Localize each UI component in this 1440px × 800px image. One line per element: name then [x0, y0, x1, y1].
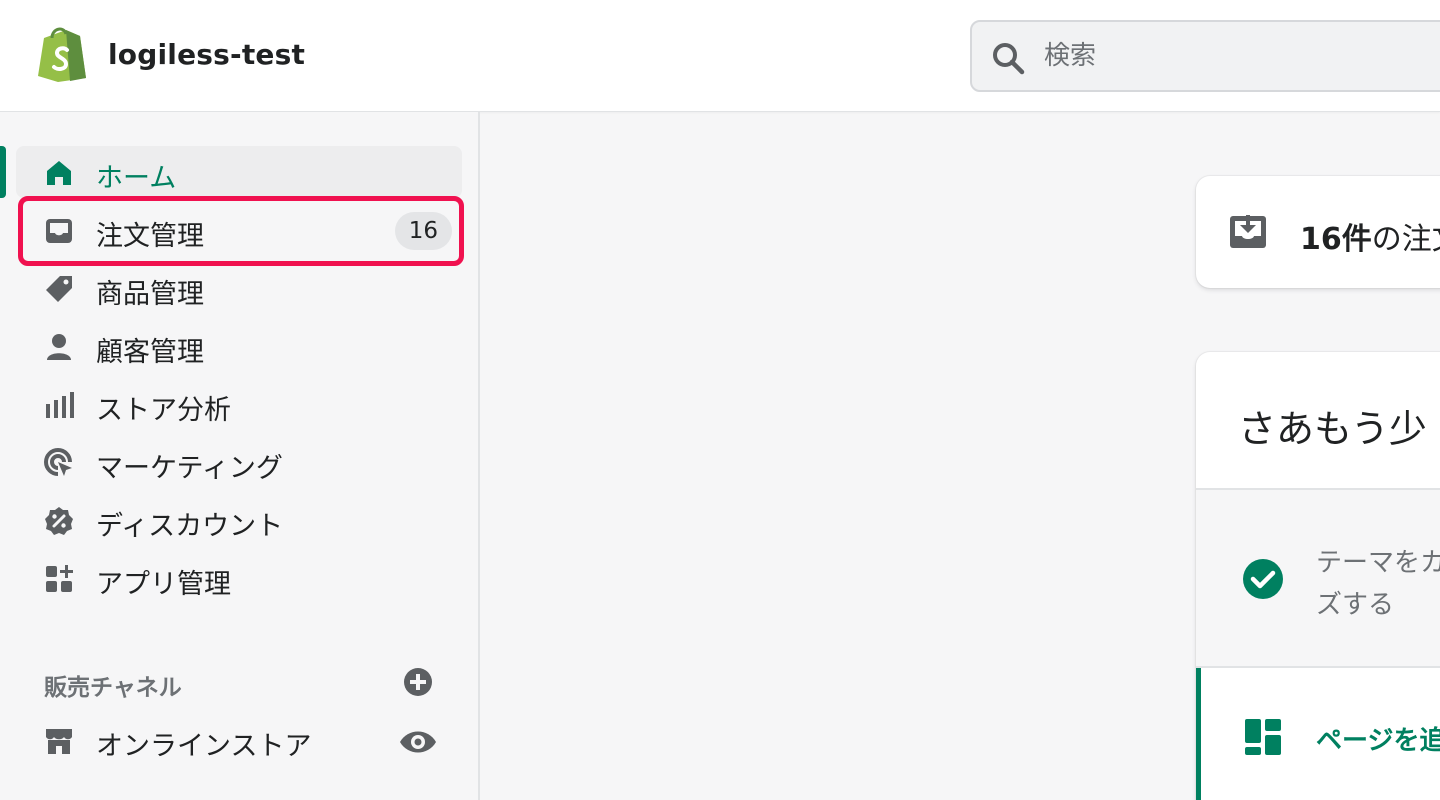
- shopify-logo-icon[interactable]: [36, 24, 88, 82]
- setup-task-customize-theme[interactable]: テーマをカ ズする: [1196, 488, 1440, 668]
- inbox-icon: [46, 219, 72, 243]
- orders-count-badge: 16: [394, 212, 452, 250]
- sidebar-item-home[interactable]: ホーム: [16, 146, 462, 198]
- orders-text: の注文: [1371, 222, 1440, 257]
- person-icon: [47, 334, 71, 360]
- sidebar-item-apps[interactable]: アプリ管理: [16, 552, 462, 604]
- add-sales-channel-icon[interactable]: [402, 666, 434, 698]
- sidebar-item-label: ディスカウント: [96, 511, 284, 542]
- orders-to-fulfill-text: 16件の注文: [1300, 214, 1440, 258]
- sales-channels-title: 販売チャネル: [44, 675, 182, 701]
- sidebar-item-customers[interactable]: 顧客管理: [16, 320, 462, 372]
- selected-task-bar: [1196, 668, 1201, 800]
- sidebar-item-orders[interactable]: 注文管理 16: [16, 204, 462, 256]
- sidebar-item-analytics[interactable]: ストア分析: [16, 378, 462, 430]
- sidebar-item-label: ホーム: [96, 163, 177, 194]
- sidebar-item-label: 商品管理: [96, 279, 204, 310]
- store-icon: [46, 729, 72, 754]
- orders-to-fulfill-card[interactable]: 16件の注文: [1196, 176, 1440, 288]
- sidebar-item-label: ストア分析: [96, 395, 231, 426]
- check-circle-icon: [1243, 559, 1283, 599]
- sidebar-item-marketing[interactable]: マーケティング: [16, 436, 462, 488]
- orders-count: 16件: [1300, 222, 1372, 257]
- sidebar-item-label: マーケティング: [96, 453, 283, 484]
- page-layout-icon: [1245, 719, 1281, 755]
- discount-icon: [45, 507, 73, 535]
- apps-icon: [46, 565, 73, 592]
- sidebar-item-online-store[interactable]: オンラインストア: [16, 714, 462, 766]
- sidebar-item-label: 注文管理: [96, 221, 204, 252]
- sidebar-item-label: オンラインストア: [96, 731, 312, 762]
- tag-icon: [46, 276, 72, 302]
- search-input[interactable]: [1044, 34, 1424, 78]
- target-icon: [44, 448, 72, 476]
- sidebar-item-label: アプリ管理: [96, 569, 231, 600]
- top-bar: logiless-test: [0, 0, 1440, 112]
- active-indicator: [0, 146, 6, 198]
- download-tray-icon: [1230, 215, 1266, 248]
- setup-task-add-page[interactable]: ページを追: [1196, 668, 1440, 800]
- eye-icon[interactable]: [398, 724, 438, 760]
- search-bar[interactable]: [970, 20, 1440, 92]
- sidebar-item-label: 顧客管理: [96, 337, 204, 368]
- sidebar-item-discounts[interactable]: ディスカウント: [16, 494, 462, 546]
- setup-guide-card: さあもう少 テーマをカ ズする ページを追: [1196, 352, 1440, 800]
- search-icon: [993, 43, 1025, 75]
- task-label: ページを追: [1316, 726, 1440, 756]
- store-name[interactable]: logiless-test: [108, 38, 305, 71]
- sidebar-item-products[interactable]: 商品管理: [16, 262, 462, 314]
- setup-guide-title: さあもう少: [1238, 407, 1427, 451]
- bar-chart-icon: [46, 392, 74, 418]
- home-icon: [47, 161, 71, 185]
- task-label: テーマをカ: [1316, 548, 1440, 578]
- task-label: ズする: [1316, 590, 1395, 620]
